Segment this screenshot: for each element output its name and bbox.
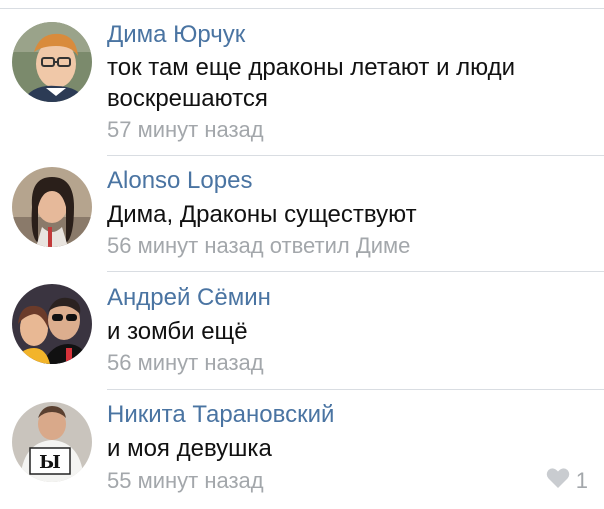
avatar[interactable] <box>12 22 92 102</box>
comment-divider <box>107 155 604 156</box>
comment-text: ток там еще драконы летают и люди воскре… <box>107 54 516 112</box>
comment-timestamp: 55 минут назад <box>107 468 264 493</box>
avatar[interactable] <box>12 284 92 364</box>
comment-author[interactable]: Дима Юрчук <box>107 20 245 50</box>
comment-timestamp: 57 минут назад <box>107 117 264 142</box>
comment-author[interactable]: Alonso Lopes <box>107 166 252 196</box>
comment-meta: 56 минут назад ответил Диме <box>107 232 410 260</box>
comment-text: и зомби ещё <box>107 318 248 345</box>
comment-author[interactable]: Андрей Сёмин <box>107 283 271 313</box>
top-divider <box>0 8 604 9</box>
comment-divider <box>107 271 604 272</box>
comment-divider <box>107 389 604 390</box>
comment-text: и моя девушка <box>107 435 272 462</box>
avatar[interactable] <box>12 167 92 247</box>
comment-text: Дима, Драконы существуют <box>107 201 417 228</box>
like-button[interactable]: 1 <box>546 467 588 495</box>
comment-author[interactable]: Никита Тарановский <box>107 400 334 430</box>
comment-timestamp: 56 минут назад <box>107 350 264 375</box>
heart-icon <box>546 467 570 495</box>
avatar[interactable]: Ы <box>12 402 92 482</box>
svg-text:Ы: Ы <box>39 452 61 473</box>
comment-timestamp: 56 минут назад <box>107 233 264 258</box>
like-count: 1 <box>575 468 588 493</box>
reply-to-label[interactable]: ответил Диме <box>270 233 411 258</box>
comments-page: Дима Юрчук ток там еще драконы летают и … <box>0 0 604 509</box>
